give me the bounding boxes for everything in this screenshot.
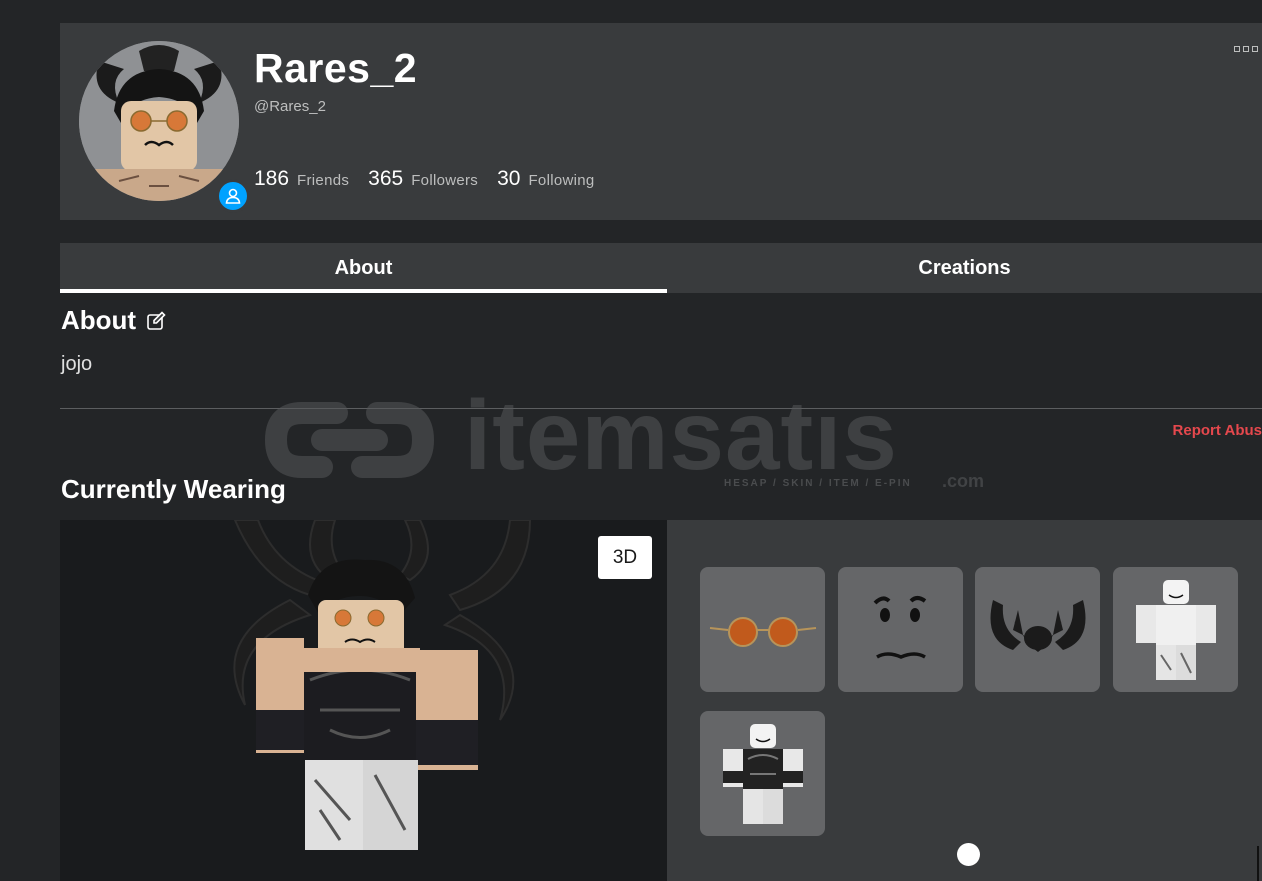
about-heading-text: About [61,305,137,335]
sunglasses-icon [709,616,816,647]
avatar-3d-viewer[interactable]: 3D [60,520,667,881]
outfit-icon [722,723,803,824]
about-heading: About [61,305,166,336]
friends-count: 186 [254,167,290,190]
avatar-headshot[interactable] [79,41,250,213]
followers-stat[interactable]: 365 Followers [368,167,478,191]
following-count: 30 [497,167,521,190]
followers-label: Followers [411,172,479,189]
wearing-items-panel [667,520,1262,881]
about-description: jojo [61,353,93,375]
edit-icon[interactable] [146,310,166,331]
face-icon [873,595,926,659]
profile-header: Rares_2 @Rares_2 186 Friends 365 Followe… [60,23,1262,220]
avatar-render [233,520,532,850]
section-divider [60,408,1262,409]
report-abuse-link[interactable]: Report Abus [1173,422,1262,439]
currently-wearing-heading: Currently Wearing [61,474,286,504]
watermark-suffix: .com [942,471,985,491]
horns-icon [990,599,1085,652]
online-status-badge [216,179,250,213]
friends-stat[interactable]: 186 Friends [254,167,349,191]
more-options-icon[interactable] [1234,44,1258,54]
friends-label: Friends [297,172,350,189]
profile-stats: 186 Friends 365 Followers 30 Following [254,167,614,191]
shirt-icon [1135,579,1216,680]
watermark-text: itemsatıs [464,380,898,490]
following-label: Following [528,172,595,189]
carousel-page-dot[interactable] [957,843,980,866]
display-name: Rares_2 [254,45,418,91]
profile-page: Rares_2 @Rares_2 186 Friends 365 Followe… [0,0,1262,881]
wearing-item-shirt[interactable] [1113,567,1238,692]
username: @Rares_2 [254,98,326,115]
watermark-tagline: HESAP / SKIN / ITEM / E-PIN [724,478,912,489]
tab-creations[interactable]: Creations [667,243,1262,293]
wearing-item-outfit[interactable] [700,711,825,836]
wearing-item-face[interactable] [838,567,963,692]
avatar-image [79,41,239,201]
wearing-item-sunglasses[interactable] [700,567,825,692]
wearing-item-horns[interactable] [975,567,1100,692]
user-icon [225,188,241,204]
watermark-logo-icon [264,402,435,478]
view-3d-toggle[interactable]: 3D [598,536,652,579]
profile-tabs: About Creations [60,243,1262,293]
tab-about[interactable]: About [60,243,667,293]
followers-count: 365 [368,167,404,190]
scrollbar-edge [1257,846,1259,881]
following-stat[interactable]: 30 Following [497,167,594,191]
watermark: itemsatıs HESAP / SKIN / ITEM / E-PIN .c… [262,380,1002,495]
